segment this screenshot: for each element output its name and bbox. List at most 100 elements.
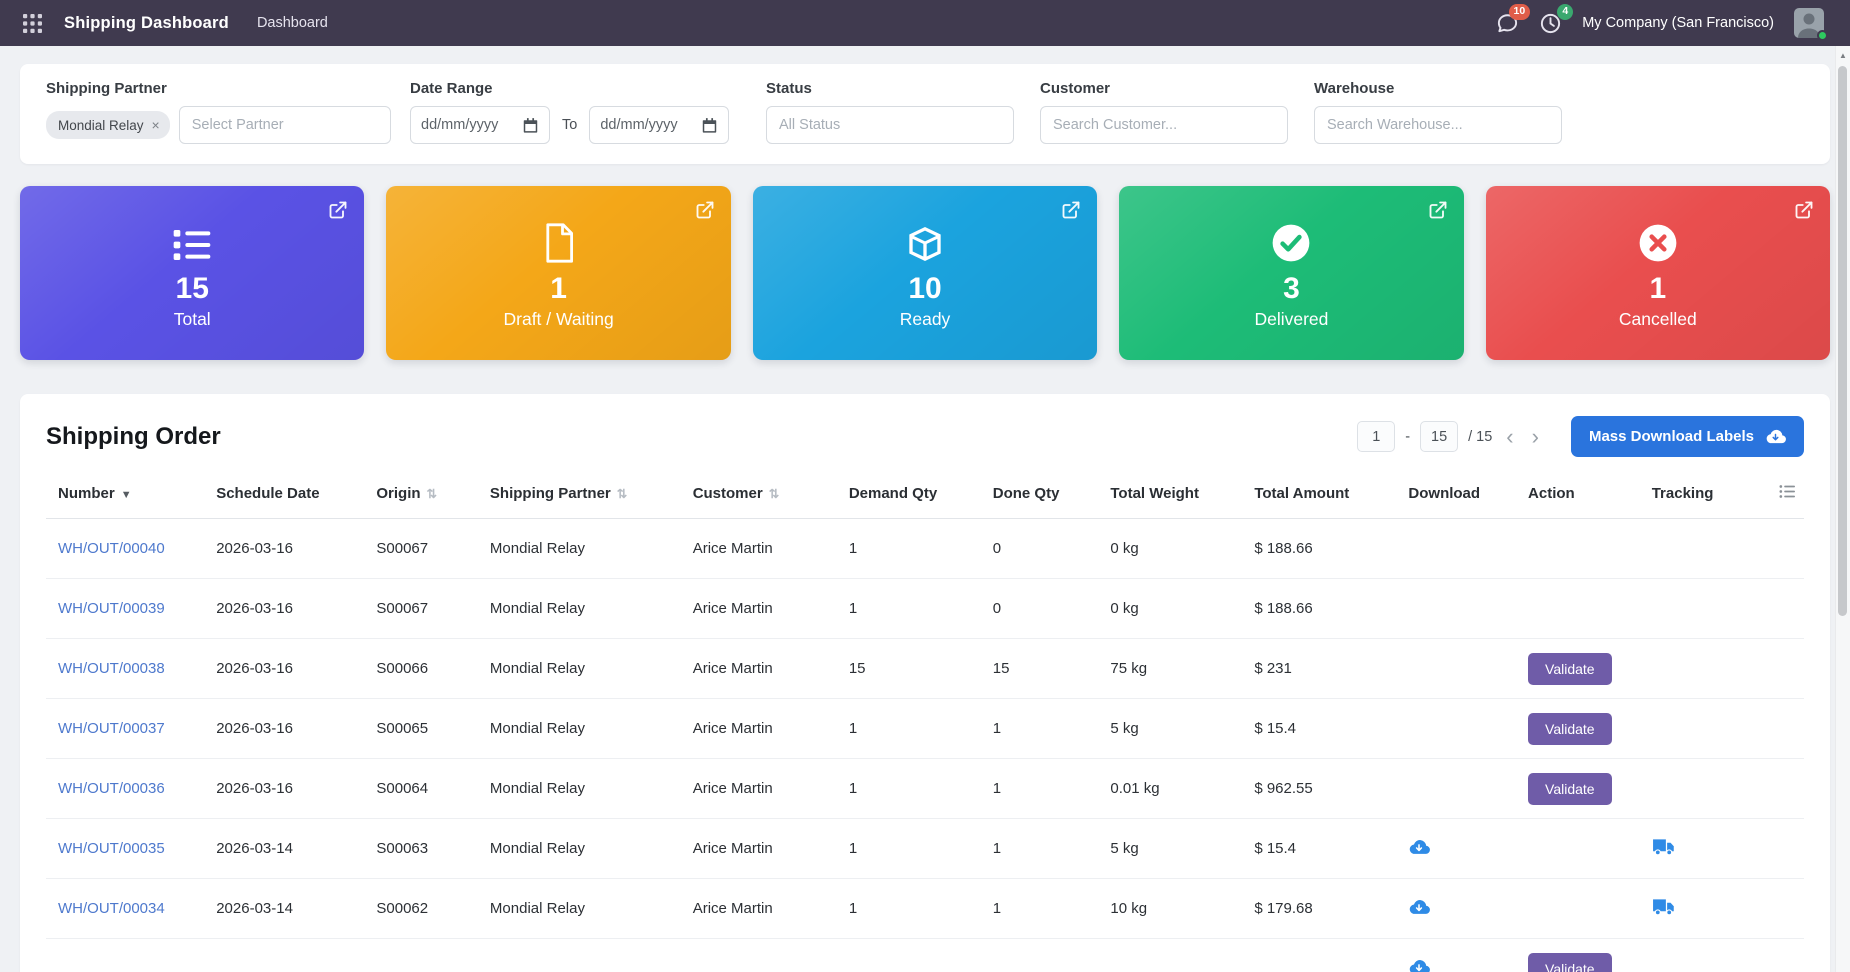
demand-qty-cell: 15 [840, 638, 985, 699]
order-number-link[interactable]: WH/OUT/00034 [58, 900, 165, 917]
check-circle-icon [1270, 216, 1312, 264]
demand-qty-cell: 1 [840, 878, 985, 939]
filter-shipping-partner: Shipping Partner Mondial Relay × [46, 80, 391, 144]
done-qty-cell: 1 [984, 698, 1103, 759]
kpi-value: 1 [550, 271, 567, 305]
column-header-shipping-partner[interactable]: Shipping Partner ⇅ [481, 469, 685, 519]
nav-item-dashboard[interactable]: Dashboard [245, 8, 340, 38]
kpi-label: Delivered [1254, 309, 1329, 330]
download-label-icon[interactable] [1408, 838, 1431, 856]
table-row: WH/OUT/00034 2026-03-14 S00062 Mondial R… [46, 878, 1804, 939]
filter-warehouse: Warehouse [1314, 80, 1562, 144]
kpi-card-ready[interactable]: 10 Ready [752, 186, 1098, 360]
tracking-truck-icon[interactable] [1652, 837, 1675, 856]
next-page-chevron-icon[interactable]: › [1528, 425, 1543, 448]
validate-button[interactable]: Validate [1528, 652, 1612, 685]
done-qty-cell: 15 [984, 638, 1103, 699]
external-link-icon[interactable] [1428, 200, 1448, 220]
validate-button[interactable]: Validate [1528, 772, 1612, 805]
page-start-box[interactable]: 1 [1357, 421, 1396, 452]
filters-bar: Shipping Partner Mondial Relay × Date Ra… [20, 64, 1830, 164]
external-link-icon[interactable] [1061, 200, 1081, 220]
external-link-icon[interactable] [695, 200, 715, 220]
scrollbar-thumb[interactable] [1838, 66, 1847, 616]
origin-cell [368, 938, 482, 972]
total-amount-cell: $ 188.66 [1246, 518, 1401, 579]
download-label-icon[interactable] [1408, 898, 1431, 916]
company-switcher[interactable]: My Company (San Francisco) [1582, 15, 1774, 31]
action-cell [1520, 578, 1644, 639]
row-options-cell [1763, 758, 1804, 819]
customer-search-input[interactable] [1040, 106, 1288, 144]
warehouse-search-input[interactable] [1314, 106, 1562, 144]
number-cell: WH/OUT/00035 [46, 818, 209, 879]
kpi-card-cancelled[interactable]: 1 Cancelled [1485, 186, 1831, 360]
optional-columns-icon[interactable] [1779, 484, 1796, 499]
total-weight-cell: 0 kg [1102, 518, 1247, 579]
mass-download-labels-button[interactable]: Mass Download Labels [1570, 416, 1804, 457]
x-circle-icon [1637, 216, 1679, 264]
date-from-input[interactable]: dd/mm/yyyy [410, 106, 550, 144]
apps-grid-icon [22, 13, 42, 33]
number-cell: WH/OUT/00039 [46, 578, 209, 639]
table-row: WH/OUT/00037 2026-03-16 S00065 Mondial R… [46, 698, 1804, 759]
prev-page-chevron-icon[interactable]: ‹ [1502, 425, 1517, 448]
row-options-cell [1763, 518, 1804, 579]
status-input[interactable] [766, 106, 1014, 144]
scroll-up-arrow-icon[interactable]: ▲ [1836, 46, 1850, 60]
messages-button[interactable]: 10 [1496, 3, 1531, 35]
activities-button[interactable]: 4 [1539, 3, 1574, 35]
external-link-icon[interactable] [328, 200, 348, 220]
external-link-icon[interactable] [1794, 200, 1814, 220]
origin-cell: S00064 [368, 758, 482, 819]
list-icon [172, 216, 212, 264]
tracking-cell [1643, 938, 1764, 972]
user-avatar[interactable] [1794, 8, 1828, 41]
column-header-origin[interactable]: Origin ⇅ [368, 469, 482, 519]
origin-cell: S00066 [368, 638, 482, 699]
table-row: Validate [46, 938, 1804, 972]
kpi-card-draft-waiting[interactable]: 1 Draft / Waiting [386, 186, 731, 360]
order-number-link[interactable]: WH/OUT/00037 [58, 720, 165, 737]
scrollbar[interactable]: ▲ [1835, 46, 1850, 972]
apps-menu-button[interactable] [16, 7, 48, 39]
partner-search-input[interactable] [178, 106, 391, 144]
action-cell [1520, 518, 1644, 579]
tracking-truck-icon[interactable] [1652, 897, 1675, 916]
origin-cell: S00065 [368, 698, 482, 759]
column-header-customer[interactable]: Customer ⇅ [684, 469, 841, 519]
column-header-number[interactable]: Number ▼ [46, 469, 209, 519]
column-header-total-amount: Total Amount [1246, 469, 1401, 519]
table-row: WH/OUT/00036 2026-03-16 S00064 Mondial R… [46, 758, 1804, 819]
download-label-icon[interactable] [1408, 958, 1431, 972]
done-qty-cell: 1 [984, 878, 1103, 939]
page-end-box[interactable]: 15 [1420, 421, 1459, 452]
total-amount-cell: $ 179.68 [1246, 878, 1401, 939]
messages-badge: 10 [1508, 3, 1531, 20]
column-header-demand-qty: Demand Qty [840, 469, 985, 519]
validate-button[interactable]: Validate [1528, 712, 1612, 745]
validate-button[interactable]: Validate [1528, 952, 1612, 972]
schedule-date-cell: 2026-03-16 [208, 698, 369, 759]
order-number-link[interactable]: WH/OUT/00038 [58, 660, 165, 677]
demand-qty-cell: 1 [840, 518, 985, 579]
origin-cell: S00063 [368, 818, 482, 879]
row-options-cell [1763, 638, 1804, 699]
kpi-card-total[interactable]: 15 Total [20, 186, 365, 360]
order-number-link[interactable]: WH/OUT/00036 [58, 780, 165, 797]
remove-tag-icon[interactable]: × [152, 117, 160, 133]
demand-qty-cell: 1 [840, 758, 985, 819]
tracking-cell [1643, 698, 1764, 759]
download-cell [1400, 698, 1521, 759]
done-qty-cell: 0 [984, 578, 1103, 639]
date-to-input[interactable]: dd/mm/yyyy [589, 106, 730, 144]
partner-tag[interactable]: Mondial Relay × [46, 111, 170, 139]
order-number-link[interactable]: WH/OUT/00035 [58, 840, 165, 857]
shipping-partner-cell: Mondial Relay [481, 518, 685, 579]
done-qty-cell: 0 [984, 518, 1103, 579]
order-number-link[interactable]: WH/OUT/00039 [58, 600, 165, 617]
order-number-link[interactable]: WH/OUT/00040 [58, 540, 165, 557]
cloud-download-icon [1765, 428, 1786, 445]
kpi-card-delivered[interactable]: 3 Delivered [1119, 186, 1464, 360]
calendar-icon [701, 117, 718, 134]
